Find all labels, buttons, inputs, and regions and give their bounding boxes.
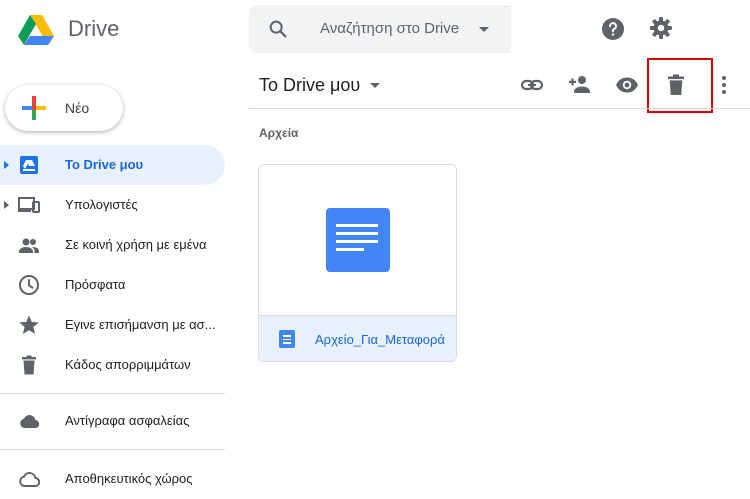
preview-eye-icon[interactable]: [615, 73, 639, 97]
delete-button-highlight: [647, 58, 713, 113]
link-icon[interactable]: [520, 73, 544, 97]
help-icon[interactable]: [601, 17, 625, 41]
section-label-files: Αρχεία: [259, 126, 299, 140]
search-input[interactable]: Αναζήτηση στο Drive: [320, 20, 459, 38]
plus-icon: [21, 95, 47, 121]
sidebar-item-backups[interactable]: Αντίγραφα ασφαλείας: [0, 401, 225, 441]
new-button[interactable]: Νέο: [5, 85, 123, 131]
file-thumbnail[interactable]: [259, 165, 456, 315]
file-card[interactable]: Αρχείο_Για_Μεταφορά: [258, 164, 457, 362]
sidebar-item-trash[interactable]: Κάδος απορριμμάτων: [0, 345, 225, 385]
expand-arrow-icon[interactable]: [4, 161, 9, 169]
search-icon[interactable]: [267, 18, 289, 40]
expand-arrow-icon[interactable]: [4, 201, 9, 209]
file-card-footer[interactable]: Αρχείο_Για_Μεταφορά: [259, 315, 456, 361]
file-name[interactable]: Αρχείο_Για_Μεταφορά: [315, 332, 449, 348]
sidebar-item-label: Πρόσφατα: [65, 277, 126, 292]
app-title[interactable]: Drive: [68, 16, 119, 42]
my-drive-icon: [18, 154, 40, 176]
cloud-icon: [18, 410, 40, 432]
sidebar-item-label: Το Drive μου: [65, 157, 144, 172]
sidebar-item-label: Εγινε επισήμανση με ασ...: [65, 317, 216, 332]
sidebar-divider: [0, 393, 225, 394]
sidebar-item-starred[interactable]: Εγινε επισήμανση με ασ...: [0, 305, 225, 345]
sidebar-item-label: Αποθηκευτικός χώρος: [65, 471, 193, 486]
drive-logo-icon[interactable]: [18, 12, 54, 48]
new-button-label: Νέο: [65, 100, 90, 116]
doc-file-icon: [279, 330, 295, 348]
clock-icon: [18, 274, 40, 296]
toolbar-divider: [249, 108, 750, 109]
sidebar-item-label: Σε κοινή χρήση με εμένα: [65, 237, 207, 252]
sidebar-item-label: Αντίγραφα ασφαλείας: [65, 413, 190, 428]
sidebar-item-label: Κάδος απορριμμάτων: [65, 357, 191, 372]
sidebar-item-label: Υπολογιστές: [65, 197, 138, 212]
cloud-outline-icon: [18, 468, 41, 490]
star-icon: [18, 314, 40, 336]
breadcrumb-my-drive[interactable]: Το Drive μου: [259, 74, 360, 96]
sidebar-item-storage[interactable]: Αποθηκευτικός χώρος: [0, 459, 225, 499]
more-options-icon[interactable]: [712, 73, 736, 97]
trash-icon: [18, 354, 40, 376]
breadcrumb-chevron-down-icon[interactable]: [370, 83, 380, 88]
search-bar[interactable]: Αναζήτηση στο Drive: [249, 5, 511, 53]
sidebar-item-shared[interactable]: Σε κοινή χρήση με εμένα: [0, 225, 225, 265]
sidebar-item-recent[interactable]: Πρόσφατα: [0, 265, 225, 305]
shared-icon: [18, 234, 40, 256]
google-docs-icon: [326, 208, 390, 272]
sidebar-item-my-drive[interactable]: Το Drive μου: [0, 145, 225, 185]
add-person-icon[interactable]: [568, 72, 592, 96]
computers-icon: [18, 194, 40, 216]
search-options-chevron-down-icon[interactable]: [479, 27, 489, 32]
sidebar-item-computers[interactable]: Υπολογιστές: [0, 185, 225, 225]
gear-icon[interactable]: [649, 16, 673, 40]
sidebar-divider: [0, 449, 225, 450]
